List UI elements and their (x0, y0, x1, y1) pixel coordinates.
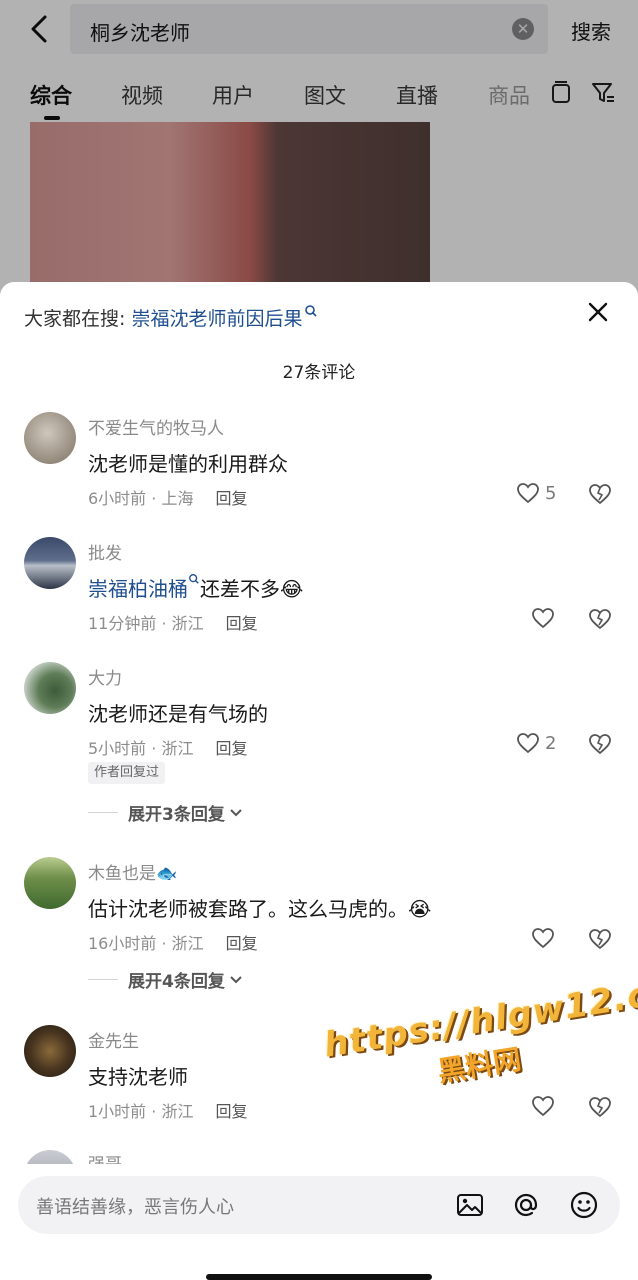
like-count: 5 (545, 482, 557, 504)
broken-heart-icon[interactable] (588, 733, 612, 755)
search-query: 桐乡沈老师 (90, 21, 190, 45)
comment-time-location: 6小时前 · 上海 (88, 489, 194, 508)
search-icon (189, 574, 199, 584)
comment-input-bar: 善语结善缘，恶言伤人心 (0, 1164, 638, 1280)
chevron-down-icon (230, 808, 242, 816)
hot-search-link[interactable]: 崇福沈老师前因后果 (131, 308, 302, 330)
search-bar: 桐乡沈老师 ✕ 搜索 (0, 0, 638, 60)
like-button[interactable]: 2 (516, 732, 556, 754)
broken-heart-icon[interactable] (588, 608, 612, 630)
expand-divider (88, 812, 118, 813)
avatar[interactable] (24, 1025, 76, 1077)
like-button[interactable] (531, 927, 555, 949)
search-icon (305, 305, 318, 317)
avatar[interactable] (24, 857, 76, 909)
comment-meta: 16小时前 · 浙江 回复 (88, 930, 258, 954)
heart-icon (517, 733, 539, 754)
comment-text-rest: 还差不多😂 (200, 577, 304, 601)
comment-input[interactable]: 善语结善缘，恶言伤人心 (18, 1176, 620, 1234)
reply-button[interactable]: 回复 (215, 1102, 247, 1121)
comment-meta: 11分钟前 · 浙江 回复 (88, 610, 258, 634)
expand-replies-button[interactable]: 展开4条回复 (88, 967, 243, 992)
reply-button[interactable]: 回复 (215, 739, 247, 758)
tab-live[interactable]: 直播 (396, 80, 438, 110)
tab-underline (44, 116, 60, 120)
home-indicator[interactable] (206, 1274, 432, 1280)
author-replied-badge: 作者回复过 (88, 762, 166, 784)
mention-icon[interactable] (510, 1189, 542, 1221)
comment-meta: 1小时前 · 浙江 回复 (88, 1098, 247, 1122)
watermark-name: 黑料网 (435, 1042, 524, 1089)
comment-time-location: 16小时前 · 浙江 (88, 934, 204, 953)
comment-username[interactable]: 金先生 (88, 1027, 139, 1052)
broken-heart-icon[interactable] (588, 483, 612, 505)
heart-icon (517, 483, 539, 504)
comment-text: 沈老师还是有气场的 (88, 702, 268, 726)
comment-count: 27条评论 (282, 363, 356, 383)
comment-meta: 6小时前 · 上海 回复 (88, 485, 247, 509)
search-button[interactable]: 搜索 (571, 16, 611, 45)
chevron-down-icon (230, 975, 242, 983)
expand-divider (88, 979, 118, 980)
comment-time-location: 1小时前 · 浙江 (88, 1102, 194, 1121)
comment-text: 沈老师是懂的利用群众 (88, 452, 288, 476)
heart-icon (532, 928, 554, 949)
tab-users[interactable]: 用户 (212, 80, 254, 110)
tab-goods[interactable]: 商品 (488, 80, 530, 110)
reply-button[interactable]: 回复 (215, 489, 247, 508)
broken-heart-icon[interactable] (588, 1096, 612, 1118)
broken-heart-icon[interactable] (588, 928, 612, 950)
expand-replies-button[interactable]: 展开3条回复 (88, 800, 243, 825)
comment-username[interactable]: 批发 (88, 539, 122, 564)
reply-button[interactable]: 回复 (226, 934, 258, 953)
like-button[interactable] (531, 1095, 555, 1117)
like-count: 2 (545, 732, 557, 754)
comment-text: 支持沈老师 (88, 1065, 188, 1089)
expand-replies-label: 展开4条回复 (128, 972, 225, 992)
avatar[interactable] (24, 537, 76, 589)
avatar[interactable] (24, 662, 76, 714)
hot-search: 大家都在搜: 崇福沈老师前因后果 (24, 304, 318, 331)
close-icon[interactable] (584, 298, 612, 326)
search-input[interactable]: 桐乡沈老师 ✕ (70, 4, 548, 54)
avatar[interactable] (24, 412, 76, 464)
comment-username[interactable]: 木鱼也是🐟 (88, 859, 177, 884)
comment-time-location: 11分钟前 · 浙江 (88, 614, 204, 633)
tab-video[interactable]: 视频 (121, 80, 163, 110)
back-button[interactable] (22, 12, 56, 46)
video-thumbnail[interactable] (30, 122, 430, 292)
expand-replies-label: 展开3条回复 (128, 805, 225, 825)
heart-icon (532, 1096, 554, 1117)
like-button[interactable] (531, 607, 555, 629)
result-tabs: 综合 视频 用户 图文 直播 商品 (0, 68, 638, 120)
like-button[interactable]: 5 (516, 482, 556, 504)
tab-posts[interactable]: 图文 (304, 80, 346, 110)
emoji-icon[interactable] (568, 1189, 600, 1221)
filter-icon[interactable] (590, 80, 616, 106)
comment-meta: 5小时前 · 浙江 回复 (88, 735, 247, 759)
comment-username[interactable]: 大力 (88, 664, 122, 689)
tab-comprehensive[interactable]: 综合 (30, 80, 72, 110)
comments-sheet: 大家都在搜: 崇福沈老师前因后果 27条评论 不爱生气的牧马人 沈老师是懂的利用… (0, 282, 638, 1280)
back-arrow-icon (31, 15, 47, 43)
reply-button[interactable]: 回复 (226, 614, 258, 633)
comment-input-placeholder: 善语结善缘，恶言伤人心 (36, 1197, 234, 1218)
comment-text: 估计沈老师被套路了。这么马虎的。😭 (88, 897, 432, 921)
image-icon[interactable] (454, 1189, 486, 1221)
layout-toggle-icon[interactable] (548, 80, 574, 106)
clear-icon[interactable]: ✕ (512, 18, 534, 40)
heart-icon (532, 608, 554, 629)
comment-username[interactable]: 不爱生气的牧马人 (88, 414, 224, 439)
hot-search-prefix: 大家都在搜: (24, 308, 132, 330)
comment-text: 崇福柏油桶 还差不多😂 (88, 573, 303, 602)
comment-time-location: 5小时前 · 浙江 (88, 739, 194, 758)
watermark-url: https://hlgw12.com (321, 965, 638, 1066)
hot-topic-link[interactable]: 崇福柏油桶 (88, 577, 188, 601)
